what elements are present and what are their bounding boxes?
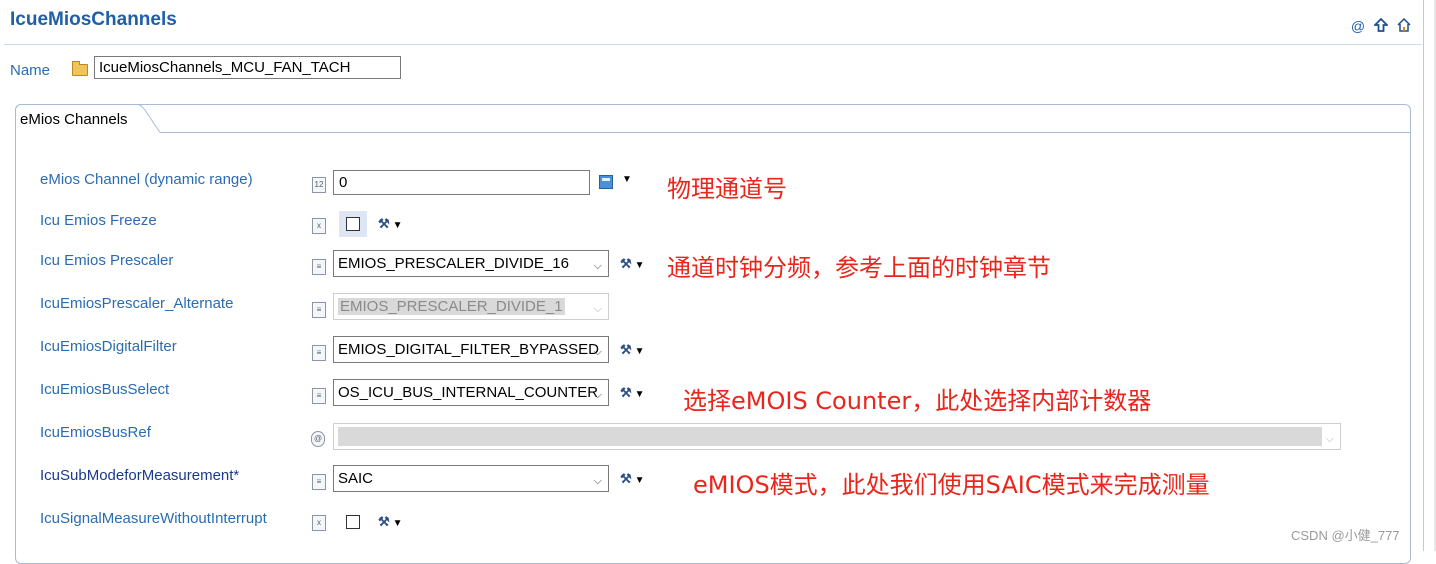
tab-slant-edge [133, 104, 161, 133]
watermark: CSDN @小健_777 [1291, 528, 1400, 543]
calculator-icon[interactable] [599, 175, 613, 189]
home-icon[interactable] [1396, 17, 1412, 34]
field-label-emios-prescaler: Icu Emios Prescaler [40, 252, 174, 269]
emios-channel-input[interactable]: 0 [333, 170, 590, 195]
wrench-icon: ⚒ [620, 256, 632, 271]
wrench-menu-button[interactable]: ⚒ ▼ [620, 385, 650, 401]
submode-value: SAIC [338, 470, 374, 487]
name-input[interactable]: IcueMiosChannels_MCU_FAN_TACH [94, 56, 401, 79]
bus-ref-value [338, 427, 1322, 446]
tab-underline [160, 132, 1411, 133]
annotation-channel: 物理通道号 [667, 175, 787, 203]
folder-icon [72, 61, 88, 76]
wrench-menu-button[interactable]: ⚒ ▼ [378, 216, 408, 232]
chevron-down-icon: ⌵ [593, 303, 602, 315]
emios-freeze-checkbox[interactable] [339, 211, 367, 237]
field-label-measure-without-interrupt: IcuSignalMeasureWithoutInterrupt [40, 510, 267, 527]
header-divider [4, 44, 1422, 45]
wrench-menu-button[interactable]: ⚒ ▼ [620, 471, 650, 487]
chevron-down-icon: ⌵ [1325, 433, 1334, 445]
prescaler-alternate-value: EMIOS_PRESCALER_DIVIDE_1 [338, 298, 565, 315]
prescaler-alternate-select: EMIOS_PRESCALER_DIVIDE_1 ⌵ [333, 293, 609, 320]
wrench-icon: ⚒ [378, 514, 390, 529]
at-icon[interactable]: @ [1350, 18, 1366, 34]
chevron-down-icon[interactable]: ▼ [622, 174, 632, 185]
bus-select-value: OS_ICU_BUS_INTERNAL_COUNTER [338, 384, 599, 401]
name-label: Name [10, 62, 51, 79]
field-label-bus-ref: IcuEmiosBusRef [40, 424, 151, 441]
chevron-down-icon: ⌵ [593, 260, 602, 272]
annotation-bus-select: 选择eMOIS Counter，此处选择内部计数器 [683, 387, 1152, 415]
field-label-bus-select: IcuEmiosBusSelect [40, 381, 170, 398]
field-label-emios-channel: eMios Channel (dynamic range) [40, 171, 253, 188]
field-label-submode: IcuSubModeforMeasurement* [40, 467, 240, 484]
enum-field-icon: ≡ [312, 302, 326, 318]
digital-filter-value: EMIOS_DIGITAL_FILTER_BYPASSED [338, 341, 599, 358]
page-title: IcueMiosChannels [10, 9, 177, 30]
chevron-down-icon: ⌵ [593, 389, 602, 401]
wrench-menu-button[interactable]: ⚒ ▼ [620, 256, 650, 272]
field-label-emios-freeze: Icu Emios Freeze [40, 212, 157, 229]
wrench-menu-button[interactable]: ⚒ ▼ [378, 514, 408, 530]
enum-field-icon: ≡ [312, 259, 326, 275]
wrench-icon: ⚒ [620, 471, 632, 486]
chevron-down-icon: ⌵ [593, 475, 602, 487]
emios-prescaler-select[interactable]: EMIOS_PRESCALER_DIVIDE_16 ⌵ [333, 250, 609, 277]
field-label-prescaler-alternate: IcuEmiosPrescaler_Alternate [40, 295, 234, 312]
wrench-icon: ⚒ [620, 342, 632, 357]
digital-filter-select[interactable]: EMIOS_DIGITAL_FILTER_BYPASSED ⌵ [333, 336, 609, 363]
boolean-field-icon: x [312, 515, 326, 531]
measure-without-interrupt-checkbox[interactable] [339, 509, 367, 535]
emios-prescaler-value: EMIOS_PRESCALER_DIVIDE_16 [338, 255, 569, 272]
submode-select[interactable]: SAIC ⌵ [333, 465, 609, 492]
boolean-field-icon: x [312, 218, 326, 234]
reference-field-icon: @ [311, 431, 325, 447]
tab-label: eMios Channels [20, 111, 128, 128]
field-label-digital-filter: IcuEmiosDigitalFilter [40, 338, 177, 355]
window-edge [1423, 0, 1424, 551]
enum-field-icon: ≡ [312, 474, 326, 490]
wrench-menu-button[interactable]: ⚒ ▼ [620, 342, 650, 358]
annotation-submode: eMIOS模式，此处我们使用SAIC模式来完成测量 [693, 471, 1210, 499]
enum-field-icon: ≡ [312, 345, 326, 361]
up-arrow-icon[interactable] [1372, 17, 1390, 34]
annotation-prescaler: 通道时钟分频，参考上面的时钟章节 [667, 254, 1051, 282]
chevron-down-icon: ⌵ [593, 346, 602, 358]
bus-select-select[interactable]: OS_ICU_BUS_INTERNAL_COUNTER ⌵ [333, 379, 609, 406]
enum-field-icon: ≡ [312, 388, 326, 404]
number-field-icon: 12 [312, 177, 326, 193]
bus-ref-select: ⌵ [333, 423, 1341, 450]
wrench-icon: ⚒ [378, 216, 390, 231]
wrench-icon: ⚒ [620, 385, 632, 400]
